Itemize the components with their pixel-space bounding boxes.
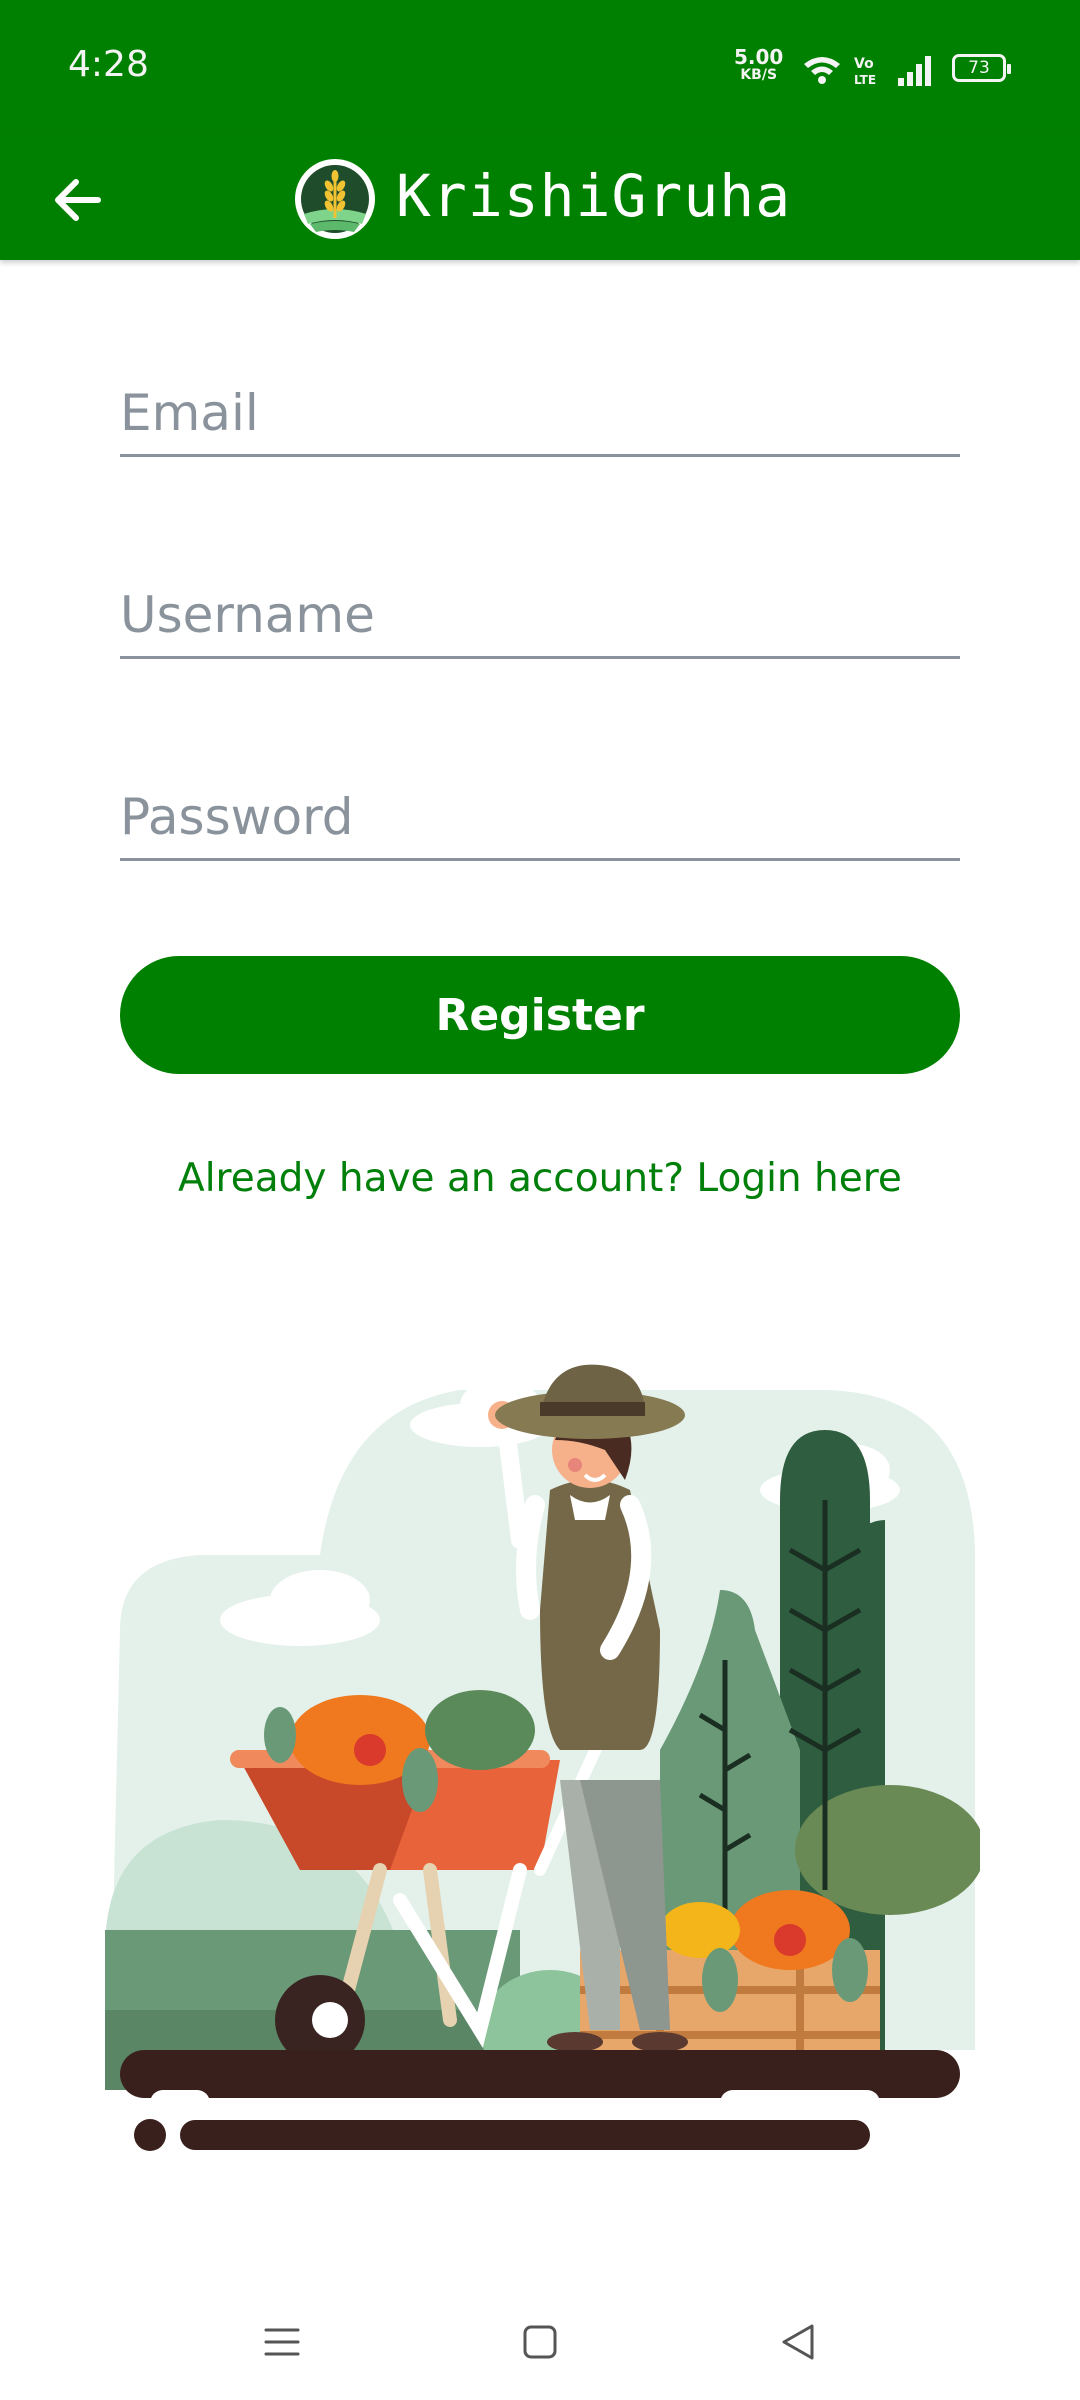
home-square-icon[interactable] [510,2312,570,2372]
status-time: 4:28 [68,44,149,85]
login-link[interactable]: Already have an account? Login here [0,1156,1080,1201]
wheat-logo-icon [295,159,375,239]
menu-icon[interactable] [252,2312,312,2372]
network-speed-value: 5.00 [734,45,784,69]
password-field[interactable] [120,778,960,856]
cell-signal-icon [898,56,931,86]
email-field-container [120,374,960,457]
system-nav-bar [0,2290,1080,2400]
signal-icons: Vo LTE [804,56,931,87]
farmer-with-wheelbarrow-illustration [105,1364,980,2151]
status-bar: 4:28 5.00 KB/S Vo LTE 73 [0,0,1080,134]
svg-text:LTE: LTE [854,73,876,87]
battery-icon: 73 [952,54,1011,82]
volte-text: Vo [854,56,874,72]
volte-icon: Vo LTE [854,56,876,87]
network-speed-unit: KB/S [740,67,778,83]
watermelon [425,1690,535,1770]
wifi-icon [804,57,840,84]
email-field[interactable] [120,374,960,452]
password-field-container [120,778,960,861]
app-title: KrishiGruha [396,162,792,230]
network-speed: 5.00 KB/S [734,45,784,84]
arrow-left-icon[interactable] [48,170,108,230]
back-triangle-icon[interactable] [768,2312,828,2372]
username-field[interactable] [120,576,960,654]
app-bar: KrishiGruha [0,134,1080,260]
username-field-container [120,576,960,659]
register-button[interactable]: Register [120,956,960,1074]
